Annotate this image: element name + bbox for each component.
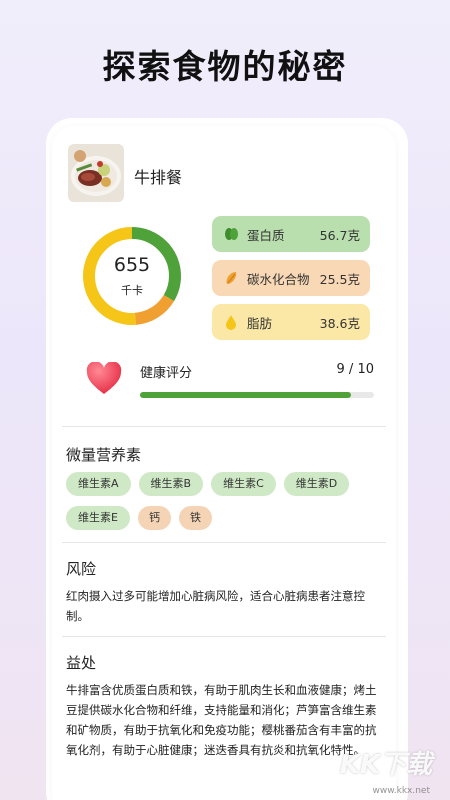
divider — [62, 542, 386, 543]
benefit-text: 牛排富含优质蛋白质和铁，有助于肌肉生长和血液健康；烤土豆提供碳水化合物和纤维，支… — [66, 683, 377, 757]
macro-value: 56.7克 — [319, 227, 360, 243]
health-score-value: 9 / 10 — [336, 362, 374, 377]
fat-icon — [226, 315, 236, 330]
calorie-ring: 655 千卡 — [80, 224, 184, 328]
macro-protein[interactable]: 蛋白质 56.7克 — [212, 216, 370, 252]
calorie-unit: 千卡 — [121, 284, 143, 297]
health-score-label: 健康评分 — [140, 366, 193, 381]
calorie-value: 655 — [113, 254, 151, 276]
risk-text: 红肉摄入过多可能增加心脏病风险，适合心脏病患者注意控制。 — [66, 589, 365, 623]
carb-icon — [226, 272, 237, 284]
macro-value: 38.6克 — [319, 315, 360, 331]
steak-meal-photo[interactable] — [68, 144, 124, 202]
protein-icon — [225, 228, 238, 240]
divider — [62, 426, 386, 427]
micronutrients-title: 微量营养素 — [66, 446, 142, 464]
meal-name: 牛排餐 — [134, 168, 183, 187]
divider — [62, 636, 386, 637]
benefit-title: 益处 — [66, 654, 97, 672]
macro-label: 脂肪 — [247, 315, 273, 331]
health-score-bar-fill — [140, 392, 351, 398]
page-headline: 探索食物的秘密 — [102, 47, 348, 86]
macro-fat[interactable]: 脂肪 38.6克 — [212, 304, 370, 340]
chip-calcium[interactable]: 钙 — [137, 506, 171, 530]
food-detail-card: 牛排餐 655 千卡 蛋白质 56.7克 碳水化合物 25.5克 脂肪 38.6… — [52, 126, 396, 800]
macro-label: 蛋白质 — [247, 227, 285, 243]
chip-vitamin-a[interactable]: 维生素A — [66, 472, 131, 496]
chip-iron[interactable]: 铁 — [178, 506, 212, 530]
heart-icon — [86, 362, 122, 394]
health-score-bar — [140, 392, 374, 398]
macro-value: 25.5克 — [319, 271, 360, 287]
micronutrient-chips: 维生素A 维生素B 维生素C 维生素D 维生素E 钙铁 — [66, 472, 366, 540]
chip-vitamin-c[interactable]: 维生素C — [211, 472, 276, 496]
watermark-url: www.kkx.net — [372, 786, 431, 796]
risk-title: 风险 — [66, 560, 97, 578]
macro-label: 碳水化合物 — [247, 271, 310, 287]
watermark-logo: KK下载 — [339, 750, 432, 780]
chip-vitamin-b[interactable]: 维生素B — [138, 472, 204, 496]
chip-vitamin-d[interactable]: 维生素D — [283, 472, 350, 496]
chip-vitamin-e[interactable]: 维生素E — [66, 506, 130, 530]
macro-carb[interactable]: 碳水化合物 25.5克 — [212, 260, 370, 296]
